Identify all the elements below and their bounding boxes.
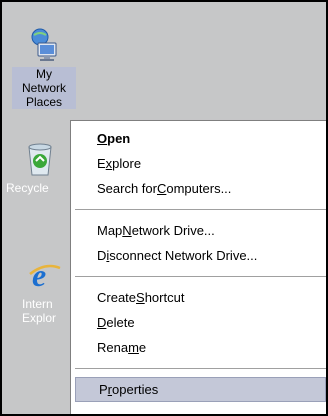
menu-item-map-network-drive[interactable]: Map Network Drive... [74, 218, 326, 243]
menu-item-create-shortcut[interactable]: Create Shortcut [74, 285, 326, 310]
internet-explorer-icon: e [26, 256, 64, 294]
access-key: m [128, 340, 139, 355]
desktop-icon-label-line: Explor [22, 311, 57, 325]
context-menu: Open Ex plore Search for Computers... Map… [70, 120, 326, 414]
menu-item-label-part: etwork Drive... [131, 223, 215, 238]
svg-text:e: e [32, 258, 46, 292]
menu-item-label-part: omputers... [166, 181, 232, 196]
desktop-icon-recycle-bin[interactable]: Recycle [4, 140, 76, 195]
menu-item-label-part: Search for [97, 181, 157, 196]
menu-item-disconnect-network-drive[interactable]: Di sconnect Network Drive... [74, 243, 326, 268]
access-key: D [97, 315, 107, 330]
menu-item-label-part: plore [112, 156, 142, 171]
menu-item-label-part: sconnect Network Drive... [109, 248, 258, 263]
desktop-icon-internet-explorer[interactable]: e Intern Explor [20, 256, 70, 325]
desktop-icon-label: Recycle [6, 181, 49, 195]
menu-item-label-part: Rena [97, 340, 129, 355]
recycle-bin-icon [21, 140, 59, 178]
menu-item-properties[interactable]: Pr operties [75, 377, 326, 402]
menu-item-label-part: P [99, 382, 108, 397]
desktop-icon-my-network-places[interactable]: My Network Places [12, 26, 76, 109]
menu-item-label-rest: pen [107, 131, 131, 146]
menu-item-label-part: Map [97, 223, 123, 238]
desktop[interactable]: My Network Places Recycle e Intern Explo… [0, 0, 328, 416]
network-places-icon [25, 26, 63, 64]
menu-separator [75, 276, 326, 277]
menu-item-label-part: hortcut [144, 290, 185, 305]
menu-item-explore[interactable]: Ex plore [74, 151, 326, 176]
access-key: S [136, 290, 145, 305]
menu-item-label-part: e [138, 340, 147, 355]
menu-separator [75, 209, 326, 210]
menu-item-rename[interactable]: Rena m e [74, 335, 326, 360]
access-key: C [156, 181, 167, 196]
desktop-icon-label-line: Intern [22, 297, 53, 311]
access-key: O [97, 131, 108, 146]
menu-item-search-computers[interactable]: Search for Computers... [74, 176, 326, 201]
menu-separator [75, 368, 326, 369]
menu-item-delete[interactable]: Delete [74, 310, 326, 335]
menu-item-open[interactable]: Open [74, 126, 326, 151]
desktop-icon-label: Intern Explor [22, 297, 56, 325]
menu-item-label-part: E [97, 156, 106, 171]
menu-item-label-part: operties [112, 382, 159, 397]
menu-item-label-part: elete [106, 315, 135, 330]
menu-item-label-part: D [97, 248, 107, 263]
desktop-icon-label: My Network Places [12, 67, 76, 109]
access-key: N [122, 223, 132, 238]
menu-item-label-part: Create [97, 290, 137, 305]
